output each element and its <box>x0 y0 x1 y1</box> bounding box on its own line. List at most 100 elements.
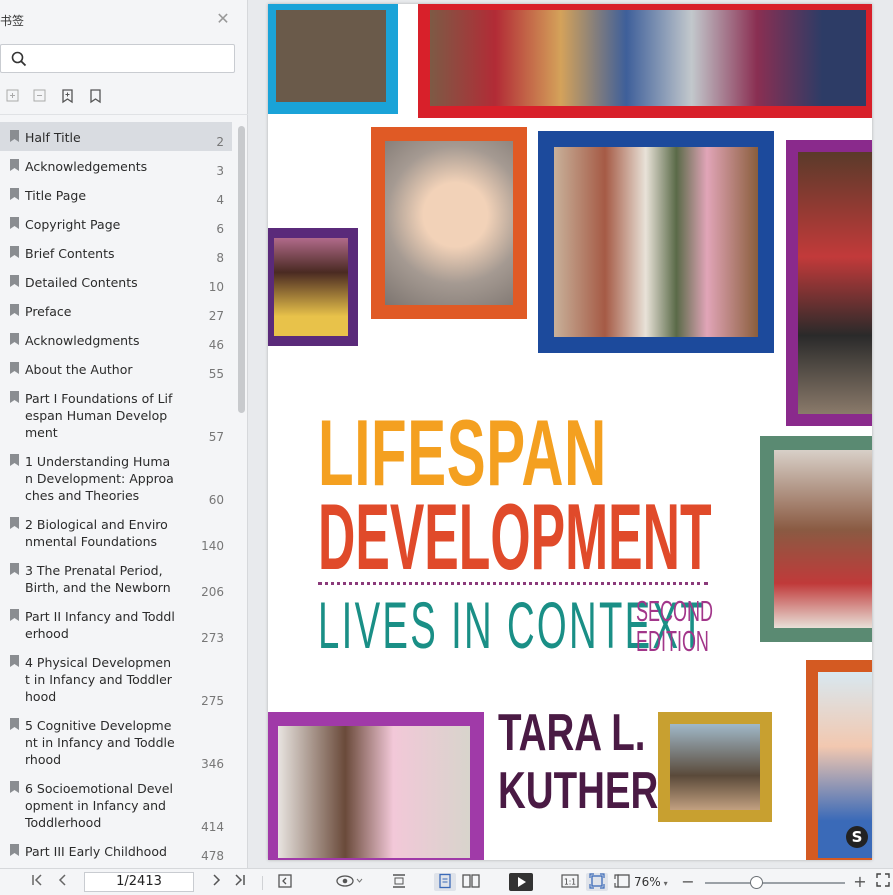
bookmark-item[interactable]: Brief Contents 8 <box>0 238 232 267</box>
bookmark-page: 478 <box>201 849 224 863</box>
expand-all-icon[interactable] <box>5 88 23 106</box>
actual-size-icon[interactable]: 1:1 <box>560 873 580 891</box>
read-mode-icon[interactable] <box>334 873 364 891</box>
bookmark-page: 10 <box>208 280 224 294</box>
bookmark-label: 6 Socioemotional Development in Infancy … <box>25 781 173 830</box>
bookmark-label: Part III Early Childhood <box>25 844 167 859</box>
bookmark-item[interactable]: 2 Biological and Environmental Foundatio… <box>0 509 232 555</box>
bookmark-icon <box>10 217 19 229</box>
bookmark-icon <box>10 655 19 667</box>
bookmark-item[interactable]: About the Author 55 <box>0 354 232 383</box>
cover-edition: SECOND EDITION <box>636 597 713 657</box>
bookmark-icon <box>10 246 19 258</box>
page-number-input[interactable]: 1/2413 <box>84 872 194 892</box>
add-bookmark-icon[interactable] <box>60 88 78 106</box>
zoom-level-dropdown[interactable]: 76% ▾ <box>634 873 674 891</box>
bookmark-label: 2 Biological and Environmental Foundatio… <box>25 517 168 549</box>
bookmark-label: Brief Contents <box>25 246 115 261</box>
fit-width-icon[interactable] <box>613 873 633 891</box>
bookmark-page: 414 <box>201 820 224 834</box>
chevron-down-icon: ▾ <box>663 879 668 888</box>
bookmark-item[interactable]: 3 The Prenatal Period, Birth, and the Ne… <box>0 555 232 601</box>
bookmark-icon <box>10 781 19 793</box>
fit-height-icon[interactable] <box>390 873 408 891</box>
bookmark-icon <box>10 517 19 529</box>
bookmark-icon[interactable] <box>88 88 106 106</box>
toolbar-separator <box>262 876 263 890</box>
bookmark-label: Title Page <box>25 188 87 203</box>
previous-page-icon[interactable] <box>55 873 71 891</box>
pdf-reader-window: 书签 ✕ Half Title 2 Acknowledgements 3 Tit… <box>0 0 893 895</box>
bookmark-label: Half Title <box>25 130 81 145</box>
zoom-in-icon[interactable]: + <box>852 873 868 891</box>
bookmark-list: Half Title 2 Acknowledgements 3 Title Pa… <box>0 120 236 868</box>
publisher-logo: S <box>846 826 868 848</box>
bookmark-page: 346 <box>201 757 224 771</box>
zoom-slider-knob[interactable] <box>750 876 763 889</box>
bookmark-icon <box>10 333 19 345</box>
zoom-value: 76% <box>634 875 661 889</box>
bookmark-item[interactable]: 5 Cognitive Development in Infancy and T… <box>0 710 232 773</box>
bookmark-icon <box>10 304 19 316</box>
bookmark-item[interactable]: Acknowledgments 46 <box>0 325 232 354</box>
fullscreen-icon[interactable] <box>874 873 892 891</box>
zoom-out-icon[interactable]: − <box>680 873 696 891</box>
last-page-icon[interactable] <box>231 873 247 891</box>
bookmark-tools <box>0 86 240 108</box>
cover-photo-frame <box>418 4 872 118</box>
bookmark-page: 206 <box>201 585 224 599</box>
bookmark-item[interactable]: Acknowledgements 3 <box>0 151 232 180</box>
two-page-icon[interactable] <box>460 873 482 891</box>
bookmark-sidebar: 书签 ✕ Half Title 2 Acknowledgements 3 Tit… <box>0 0 248 868</box>
cover-photo-frame <box>760 436 872 642</box>
author-line1: TARA L. <box>498 704 646 762</box>
bookmark-item[interactable]: Copyright Page 6 <box>0 209 232 238</box>
document-viewport[interactable]: LIFESPAN DEVELOPMENT LIVES IN CONTEXT SE… <box>249 0 893 868</box>
bookmark-item[interactable]: Detailed Contents 10 <box>0 267 232 296</box>
next-page-icon[interactable] <box>208 873 224 891</box>
bookmark-label: Acknowledgements <box>25 159 148 174</box>
exit-icon[interactable] <box>276 873 294 891</box>
bookmark-icon <box>10 454 19 466</box>
cover-photo-frame <box>268 712 484 860</box>
first-page-icon[interactable] <box>30 873 46 891</box>
bookmark-item[interactable]: Part II Infancy and Toddlerhood 273 <box>0 601 232 647</box>
zoom-slider[interactable] <box>705 882 845 884</box>
fit-page-icon[interactable] <box>586 873 608 891</box>
bookmark-page: 46 <box>208 338 224 352</box>
bookmark-item[interactable]: Title Page 4 <box>0 180 232 209</box>
bookmark-item[interactable]: 6 Socioemotional Development in Infancy … <box>0 773 232 836</box>
bookmark-icon <box>10 362 19 374</box>
cover-dotted-rule <box>318 582 708 586</box>
sidebar-title: 书签 <box>0 14 25 28</box>
bookmark-label: About the Author <box>25 362 133 377</box>
close-icon[interactable]: ✕ <box>214 10 232 28</box>
bookmark-label: Preface <box>25 304 72 319</box>
bookmark-page: 60 <box>208 493 224 507</box>
bookmark-page: 273 <box>201 631 224 645</box>
bookmark-item[interactable]: Part I Foundations of Lifespan Human Dev… <box>0 383 232 446</box>
cover-title-line2: DEVELOPMENT <box>318 484 712 589</box>
sidebar-scrollbar[interactable] <box>238 126 245 413</box>
cover-author: TARA L. KUTHER <box>498 704 658 820</box>
cover-photo-frame <box>538 131 774 353</box>
bookmark-label: Detailed Contents <box>25 275 138 290</box>
bookmark-icon <box>10 130 19 142</box>
bookmark-item[interactable]: Preface 27 <box>0 296 232 325</box>
bookmark-page: 57 <box>208 430 224 444</box>
collapse-all-icon[interactable] <box>32 88 50 106</box>
bookmark-item[interactable]: 4 Physical Development in Infancy and To… <box>0 647 232 710</box>
single-page-icon[interactable] <box>434 873 456 891</box>
bookmark-item[interactable]: Part III Early Childhood 478 <box>0 836 232 865</box>
bookmark-page: 140 <box>201 539 224 553</box>
edition-line1: SECOND <box>636 596 713 628</box>
bookmark-item[interactable]: 1 Understanding Human Development: Appro… <box>0 446 232 509</box>
bottom-toolbar: 1/2413 1:1 76% ▾ − + <box>0 868 893 895</box>
bookmark-icon <box>10 391 19 403</box>
bookmark-search-input[interactable] <box>0 44 235 73</box>
bookmark-item[interactable]: Half Title 2 <box>0 122 232 151</box>
author-line2: KUTHER <box>498 762 659 820</box>
bookmark-page: 275 <box>201 694 224 708</box>
bookmark-page: 27 <box>208 309 224 323</box>
play-icon[interactable] <box>508 873 534 891</box>
